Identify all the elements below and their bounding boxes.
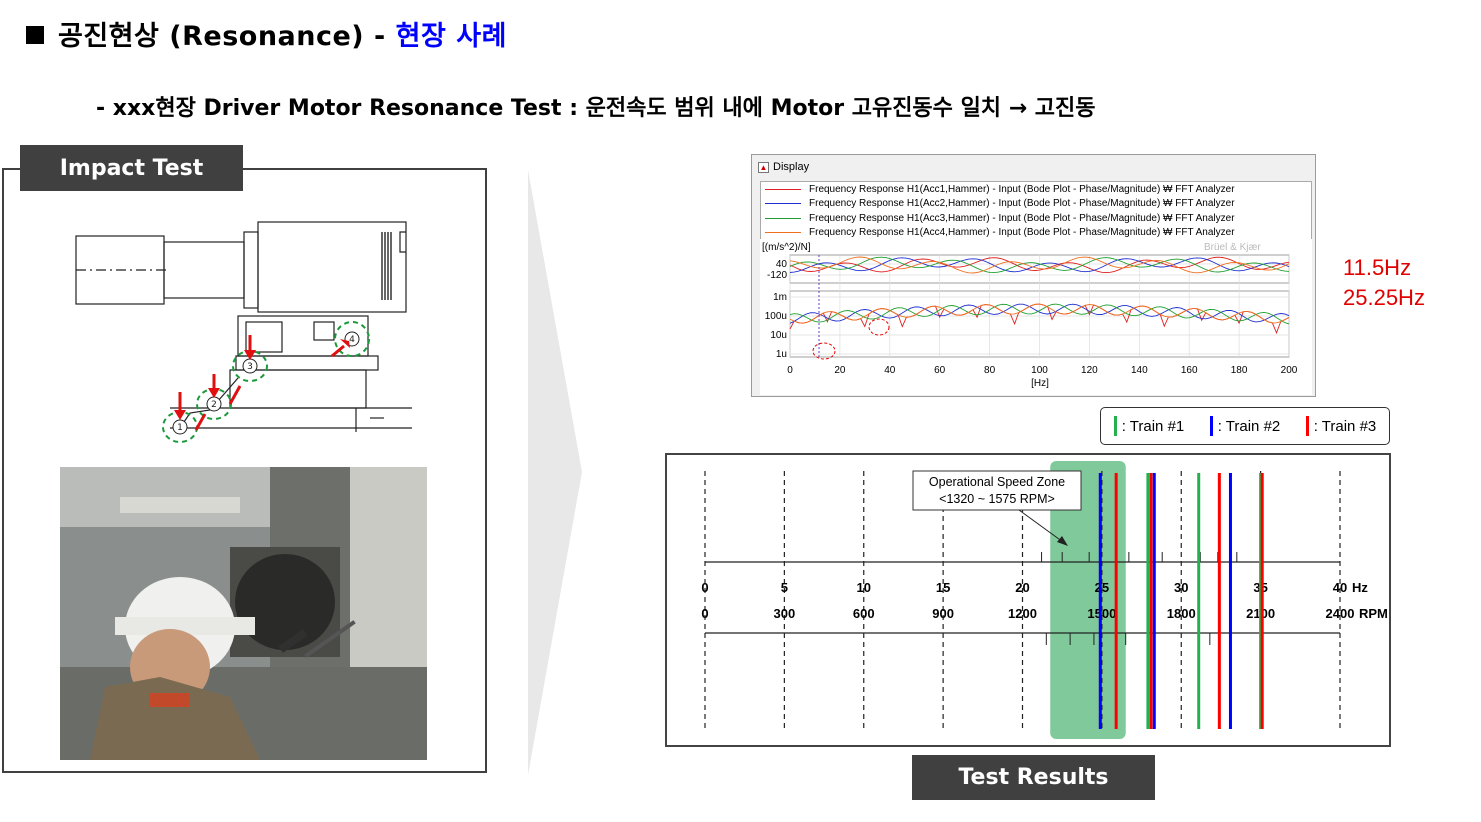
svg-text:1: 1 bbox=[177, 423, 183, 433]
field-test-photo bbox=[60, 467, 427, 760]
motor-drawing: 1 2 3 4 bbox=[75, 221, 412, 443]
hz-tick-label: 30 bbox=[1174, 580, 1188, 595]
x-tick-label: 160 bbox=[1181, 365, 1198, 376]
x-tick-label: 20 bbox=[834, 365, 846, 376]
rpm-tick-label: 1200 bbox=[1008, 606, 1037, 621]
plot-unit-label: [(m/s^2)/N] bbox=[762, 242, 811, 253]
trains-legend: : Train #1 : Train #2 : Train #3 bbox=[1100, 407, 1390, 445]
train-1-swatch bbox=[1113, 416, 1117, 436]
hz-tick-label: 20 bbox=[1015, 580, 1029, 595]
title-main: 공진현상 (Resonance) - bbox=[58, 21, 396, 52]
legend-label: Frequency Response H1(Acc2,Hammer) - Inp… bbox=[809, 198, 1235, 210]
svg-text:2: 2 bbox=[211, 400, 217, 410]
train-legend-item: : Train #1 bbox=[1113, 416, 1185, 436]
train-2-swatch bbox=[1209, 416, 1213, 436]
x-tick-label: 140 bbox=[1131, 365, 1148, 376]
mag-tick-label: 10u bbox=[770, 330, 787, 341]
rpm-tick-label: 1500 bbox=[1087, 606, 1116, 621]
fft-bode-plot: [(m/s^2)/N] Brüel & Kjær 0 20 40 60 80 100 120… bbox=[760, 239, 1312, 395]
legend-line bbox=[765, 203, 801, 205]
fft-legend-item: Frequency Response H1(Acc4,Hammer) - Inp… bbox=[761, 226, 1311, 241]
page-subtitle: - xxx현장 Driver Motor Resonance Test : 운전… bbox=[96, 96, 1096, 121]
app-icon: ▲ bbox=[758, 161, 769, 173]
test-results-tag: Test Results bbox=[912, 755, 1155, 800]
x-unit-label: [Hz] bbox=[1031, 378, 1049, 389]
rpm-tick-label: 0 bbox=[701, 606, 708, 621]
x-tick-label: 80 bbox=[984, 365, 996, 376]
x-tick-label: 0 bbox=[787, 365, 793, 376]
legend-label: Frequency Response H1(Acc4,Hammer) - Inp… bbox=[809, 227, 1235, 239]
impact-test-tag: Impact Test bbox=[20, 145, 243, 191]
train-1-label: : Train #1 bbox=[1121, 417, 1185, 435]
mag-tick-label: 100u bbox=[765, 311, 787, 322]
phase-tick-label: -120 bbox=[767, 270, 787, 281]
fft-display-window: ▲ Display Frequency Response H1(Acc1,Ham… bbox=[751, 154, 1316, 397]
fft-legend-item: Frequency Response H1(Acc2,Hammer) - Inp… bbox=[761, 197, 1311, 212]
display-titlebar: ▲ Display bbox=[752, 155, 1315, 179]
rpm-tick-label: 600 bbox=[853, 606, 875, 621]
legend-label: Frequency Response H1(Acc1,Hammer) - Inp… bbox=[809, 183, 1235, 195]
train-3-label: : Train #3 bbox=[1313, 417, 1377, 435]
svg-text:3: 3 bbox=[247, 362, 253, 372]
zone-label-1: Operational Speed Zone bbox=[929, 475, 1065, 489]
rpm-tick-label: 2400 bbox=[1326, 606, 1355, 621]
x-tick-label: 60 bbox=[934, 365, 946, 376]
svg-text:4: 4 bbox=[349, 335, 355, 345]
legend-line bbox=[765, 217, 801, 219]
x-tick-label: 100 bbox=[1031, 365, 1048, 376]
rpm-tick-label: 1800 bbox=[1167, 606, 1196, 621]
legend-line bbox=[765, 232, 801, 234]
train-2-label: : Train #2 bbox=[1217, 417, 1281, 435]
brand-watermark: Brüel & Kjær bbox=[1204, 242, 1261, 253]
hz-tick-label: 25 bbox=[1095, 580, 1109, 595]
fft-legend-item: Frequency Response H1(Acc1,Hammer) - Inp… bbox=[761, 182, 1311, 197]
mag-tick-label: 1u bbox=[776, 349, 787, 360]
train-legend-item: : Train #2 bbox=[1209, 416, 1281, 436]
phase-tick-label: 40 bbox=[776, 259, 788, 270]
fft-legend-item: Frequency Response H1(Acc3,Hammer) - Inp… bbox=[761, 211, 1311, 226]
rpm-unit-label: RPM bbox=[1359, 606, 1388, 621]
hz-tick-label: 0 bbox=[701, 580, 708, 595]
legend-label: Frequency Response H1(Acc3,Hammer) - Inp… bbox=[809, 212, 1235, 224]
hz-tick-label: 15 bbox=[936, 580, 950, 595]
legend-line bbox=[765, 188, 801, 190]
square-bullet-icon bbox=[26, 26, 44, 44]
train-3-swatch bbox=[1305, 416, 1309, 436]
page-title: 공진현상 (Resonance) - 현장 사례 bbox=[26, 14, 507, 53]
x-tick-label: 120 bbox=[1081, 365, 1098, 376]
rpm-tick-label: 300 bbox=[774, 606, 796, 621]
hz-tick-label: 40 bbox=[1333, 580, 1347, 595]
speed-chart-frame: 0510152025303540030060090012001500180021… bbox=[665, 453, 1391, 747]
speed-chart: 0510152025303540030060090012001500180021… bbox=[701, 461, 1388, 739]
x-tick-label: 200 bbox=[1281, 365, 1298, 376]
hz-tick-label: 5 bbox=[781, 580, 788, 595]
x-tick-label: 180 bbox=[1231, 365, 1248, 376]
freq-value-1: 11.5Hz bbox=[1343, 255, 1412, 280]
right-arrow-shape bbox=[528, 170, 582, 775]
rpm-tick-label: 900 bbox=[932, 606, 954, 621]
title-accent: 현장 사례 bbox=[395, 21, 507, 52]
display-window-title: Display bbox=[773, 161, 810, 173]
train-legend-item: : Train #3 bbox=[1305, 416, 1377, 436]
hz-unit-label: Hz bbox=[1352, 580, 1368, 595]
zone-label-2: <1320 ~ 1575 RPM> bbox=[939, 492, 1055, 506]
freq-value-2: 25.25Hz bbox=[1343, 285, 1425, 310]
x-tick-label: 40 bbox=[884, 365, 896, 376]
fft-legend: Frequency Response H1(Acc1,Hammer) - Inp… bbox=[760, 181, 1312, 241]
hz-tick-label: 10 bbox=[857, 580, 871, 595]
mag-tick-label: 1m bbox=[773, 292, 787, 303]
